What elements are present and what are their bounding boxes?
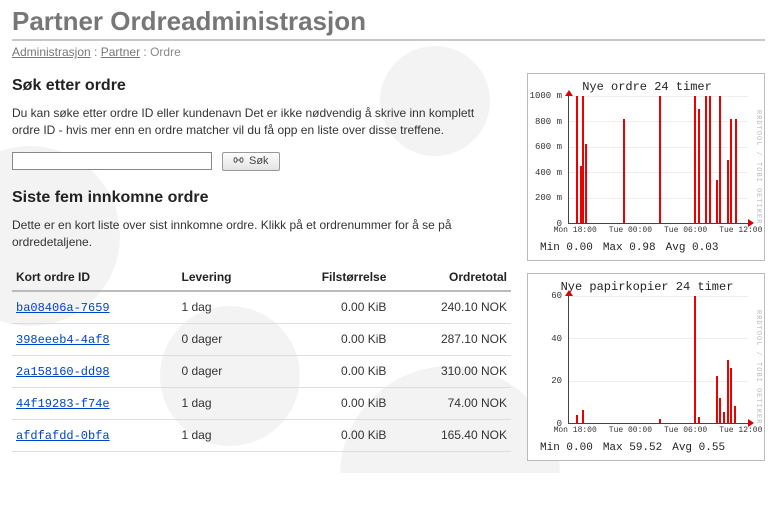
order-delivery: 0 dager	[178, 323, 272, 355]
col-size: Filstørrelse	[272, 264, 390, 291]
order-total: 74.00 NOK	[390, 387, 511, 419]
breadcrumb-partner[interactable]: Partner	[101, 45, 140, 59]
search-input[interactable]	[12, 152, 212, 170]
order-link[interactable]: afdfafdd-0bfa	[16, 429, 110, 443]
order-link[interactable]: 2a158160-dd98	[16, 365, 110, 379]
table-row: 398eeeb4-4af8 0 dager0.00 KiB287.10 NOK	[12, 323, 511, 355]
breadcrumb-current: Ordre	[150, 45, 181, 59]
page-title: Partner Ordreadministrasjon	[12, 6, 765, 41]
order-delivery: 1 dag	[178, 291, 272, 324]
col-delivery: Levering	[178, 264, 272, 291]
chart-papercopies24: Nye papirkopier 24 timerRRDTOOL / TOBI O…	[527, 273, 765, 461]
y-axis-ticks: 0200 m400 m600 m800 m1000 m	[534, 96, 566, 224]
recent-heading: Siste fem innkomne ordre	[12, 189, 511, 207]
chart-stats: Min 0.00Max 0.98Avg 0.03	[534, 242, 760, 254]
order-link[interactable]: 398eeeb4-4af8	[16, 333, 110, 347]
breadcrumb: Administrasjon : Partner : Ordre	[12, 45, 765, 59]
order-size: 0.00 KiB	[272, 291, 390, 324]
table-row: 44f19283-f74e 1 dag0.00 KiB74.00 NOK	[12, 387, 511, 419]
search-icon	[233, 155, 245, 168]
search-heading: Søk etter ordre	[12, 77, 511, 95]
col-id: Kort ordre ID	[12, 264, 178, 291]
y-axis-ticks: 0204060	[534, 296, 566, 424]
chart-plot	[568, 296, 748, 424]
search-intro: Du kan søke etter ordre ID eller kundena…	[12, 105, 492, 140]
col-total: Ordretotal	[390, 264, 511, 291]
search-button[interactable]: Søk	[222, 152, 280, 171]
order-delivery: 0 dager	[178, 355, 272, 387]
order-total: 310.00 NOK	[390, 355, 511, 387]
order-size: 0.00 KiB	[272, 355, 390, 387]
order-delivery: 1 dag	[178, 387, 272, 419]
chart-plot	[568, 96, 748, 224]
order-total: 165.40 NOK	[390, 419, 511, 451]
order-delivery: 1 dag	[178, 419, 272, 451]
chart-orders24: Nye ordre 24 timerRRDTOOL / TOBI OETIKER…	[527, 73, 765, 261]
chart-stats: Min 0.00Max 59.52Avg 0.55	[534, 442, 760, 454]
order-link[interactable]: 44f19283-f74e	[16, 397, 110, 411]
x-axis-ticks: Mon 18:00Tue 00:00Tue 06:00Tue 12:00	[568, 226, 748, 238]
recent-intro: Dette er en kort liste over sist innkomn…	[12, 217, 492, 252]
order-link[interactable]: ba08406a-7659	[16, 301, 110, 315]
table-row: afdfafdd-0bfa 1 dag0.00 KiB165.40 NOK	[12, 419, 511, 451]
breadcrumb-admin[interactable]: Administrasjon	[12, 45, 91, 59]
order-size: 0.00 KiB	[272, 323, 390, 355]
x-axis-ticks: Mon 18:00Tue 00:00Tue 06:00Tue 12:00	[568, 426, 748, 438]
order-total: 287.10 NOK	[390, 323, 511, 355]
table-row: ba08406a-7659 1 dag0.00 KiB240.10 NOK	[12, 291, 511, 324]
search-button-label: Søk	[249, 155, 269, 167]
order-size: 0.00 KiB	[272, 419, 390, 451]
table-row: 2a158160-dd98 0 dager0.00 KiB310.00 NOK	[12, 355, 511, 387]
orders-table: Kort ordre ID Levering Filstørrelse Ordr…	[12, 264, 511, 452]
order-total: 240.10 NOK	[390, 291, 511, 324]
order-size: 0.00 KiB	[272, 387, 390, 419]
